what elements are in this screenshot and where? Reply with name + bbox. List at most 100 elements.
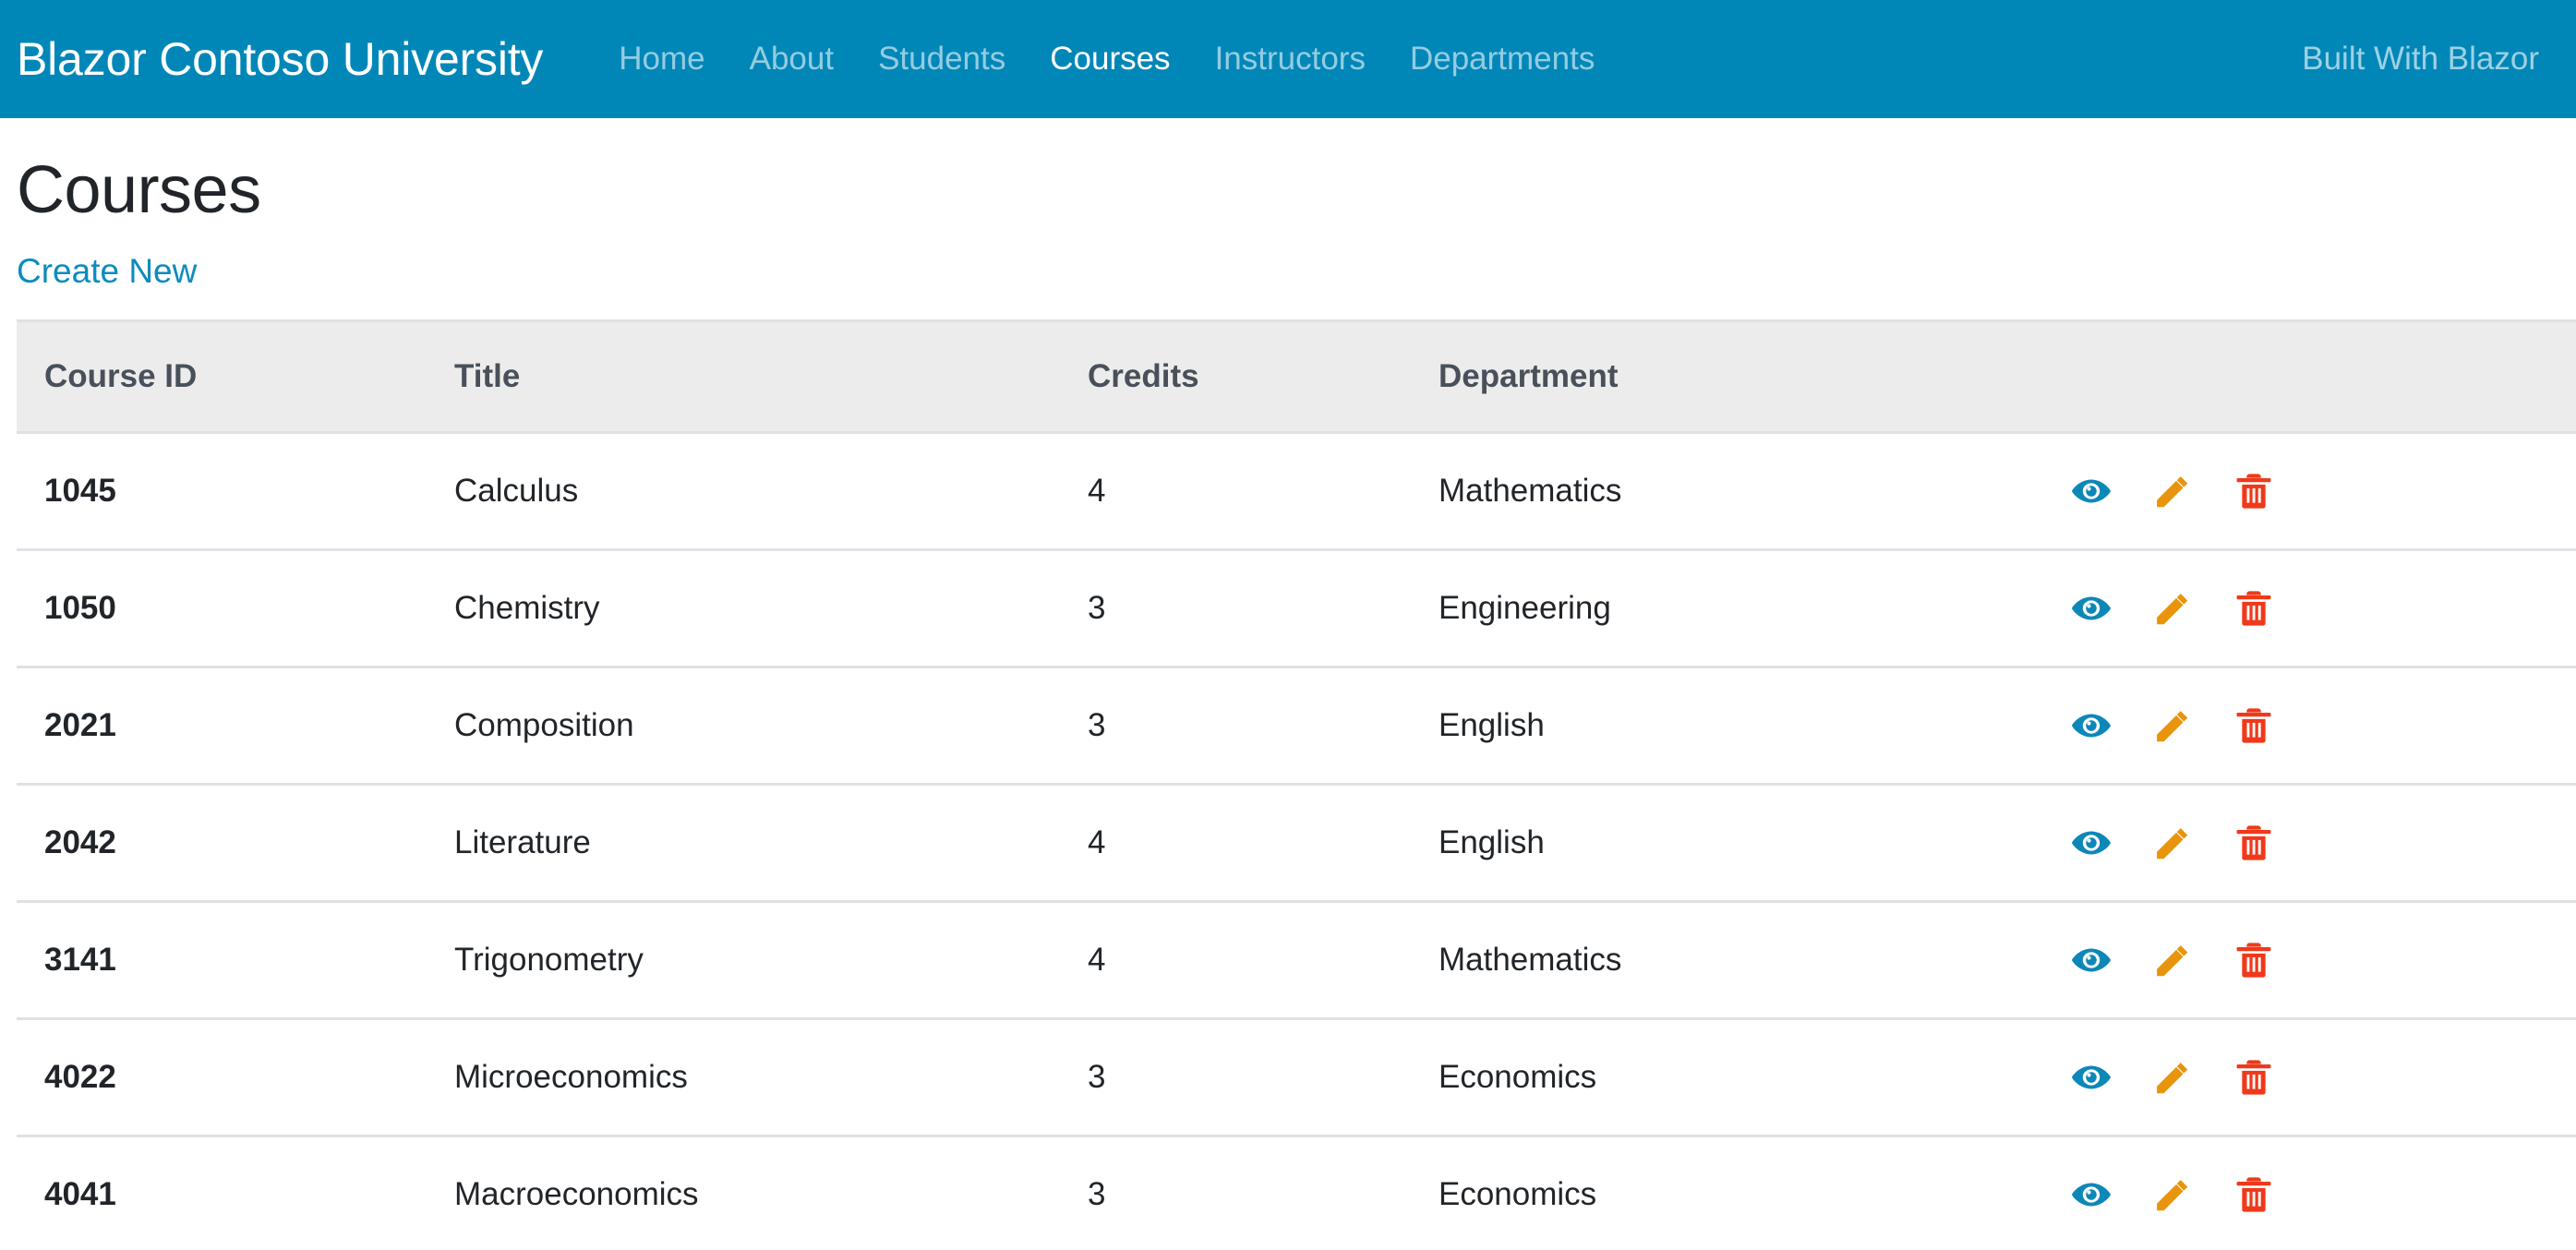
row-action-buttons: View Edit (1965, 1173, 2576, 1216)
cell-department: Economics (1437, 1136, 1965, 1250)
cell-actions: View Edit (1965, 432, 2576, 552)
table-row: 2042 Literature 4 English View (17, 784, 2576, 904)
create-new-link[interactable]: Create New (17, 252, 197, 290)
cell-credits: 4 (1086, 901, 1437, 1021)
edit-button[interactable]: Edit (2151, 704, 2233, 747)
delete-button[interactable]: Delete (2233, 1056, 2314, 1099)
nav-link-students[interactable]: Students (856, 40, 1028, 78)
cell-title: Macroeconomics (451, 1136, 1086, 1250)
delete-button[interactable]: Delete (2233, 470, 2314, 512)
view-button[interactable]: View (2070, 470, 2151, 512)
column-header-department: Department (1437, 319, 1965, 435)
cell-department: Economics (1437, 1018, 1965, 1138)
cell-department: English (1437, 784, 1965, 904)
table-body: 1045 Calculus 4 Mathematics View (17, 432, 2576, 1250)
delete-button[interactable]: Delete (2233, 822, 2314, 864)
top-navbar: Blazor Contoso University Home About Stu… (0, 0, 2576, 118)
cell-title: Literature (451, 784, 1086, 904)
nav-link-departments[interactable]: Departments (1388, 40, 1617, 78)
cell-department: Mathematics (1437, 432, 1965, 552)
column-header-course-id: Course ID (17, 319, 451, 435)
table-row: 3141 Trigonometry 4 Mathematics View (17, 901, 2576, 1021)
delete-button[interactable]: Delete (2233, 587, 2314, 630)
pencil-icon (2151, 470, 2194, 512)
cell-credits: 4 (1086, 432, 1437, 552)
cell-course-id: 3141 (17, 901, 451, 1021)
table-head: Course ID Title Credits Department (17, 319, 2576, 435)
row-action-buttons: View Edit (1965, 1056, 2576, 1099)
view-button[interactable]: View (2070, 587, 2151, 630)
primary-nav: Home About Students Courses Instructors … (596, 40, 1617, 78)
pencil-icon (2151, 587, 2194, 630)
pencil-icon (2151, 1056, 2194, 1099)
cell-actions: View Edit (1965, 784, 2576, 904)
cell-actions: View Edit (1965, 1136, 2576, 1250)
edit-button[interactable]: Edit (2151, 1056, 2233, 1099)
cell-credits: 3 (1086, 667, 1437, 787)
edit-button[interactable]: Edit (2151, 470, 2233, 512)
eye-icon (2070, 1056, 2113, 1099)
cell-credits: 3 (1086, 549, 1437, 669)
delete-button[interactable]: Delete (2233, 1173, 2314, 1216)
table-row: 4041 Macroeconomics 3 Economics View (17, 1136, 2576, 1250)
courses-table-wrapper: Course ID Title Credits Department 1045 … (17, 319, 2576, 1250)
cell-course-id: 4041 (17, 1136, 451, 1250)
cell-title: Trigonometry (451, 901, 1086, 1021)
nav-link-home[interactable]: Home (596, 40, 727, 78)
nav-link-instructors[interactable]: Instructors (1193, 40, 1388, 78)
page-title: Courses (17, 153, 261, 227)
pencil-icon (2151, 704, 2194, 747)
table-header-row: Course ID Title Credits Department (17, 319, 2576, 435)
courses-table: Course ID Title Credits Department 1045 … (17, 319, 2576, 1250)
view-button[interactable]: View (2070, 822, 2151, 864)
edit-button[interactable]: Edit (2151, 587, 2233, 630)
eye-icon (2070, 939, 2113, 981)
cell-credits: 3 (1086, 1018, 1437, 1138)
column-header-title: Title (451, 319, 1086, 435)
column-header-actions (1965, 319, 2576, 435)
cell-department: Mathematics (1437, 901, 1965, 1021)
trash-icon (2233, 470, 2275, 512)
edit-button[interactable]: Edit (2151, 1173, 2233, 1216)
nav-link-about[interactable]: About (728, 40, 856, 78)
view-button[interactable]: View (2070, 939, 2151, 981)
row-action-buttons: View Edit (1965, 587, 2576, 630)
delete-button[interactable]: Delete (2233, 704, 2314, 747)
cell-course-id: 2042 (17, 784, 451, 904)
edit-button[interactable]: Edit (2151, 939, 2233, 981)
eye-icon (2070, 587, 2113, 630)
row-action-buttons: View Edit (1965, 470, 2576, 512)
trash-icon (2233, 1056, 2275, 1099)
cell-title: Chemistry (451, 549, 1086, 669)
delete-button[interactable]: Delete (2233, 939, 2314, 981)
view-button[interactable]: View (2070, 704, 2151, 747)
create-new-wrapper: Create New (17, 251, 2576, 292)
eye-icon (2070, 704, 2113, 747)
pencil-icon (2151, 939, 2194, 981)
page-content: Courses Create New Course ID Title Credi… (0, 157, 2576, 1250)
cell-credits: 3 (1086, 1136, 1437, 1250)
eye-icon (2070, 1173, 2113, 1216)
trash-icon (2233, 822, 2275, 864)
navbar-brand[interactable]: Blazor Contoso University (17, 36, 543, 82)
cell-actions: View Edit (1965, 1018, 2576, 1138)
row-action-buttons: View Edit (1965, 704, 2576, 747)
trash-icon (2233, 704, 2275, 747)
column-header-credits: Credits (1086, 319, 1437, 435)
nav-link-courses[interactable]: Courses (1028, 40, 1192, 78)
cell-department: English (1437, 667, 1965, 787)
edit-button[interactable]: Edit (2151, 822, 2233, 864)
table-row: 1045 Calculus 4 Mathematics View (17, 432, 2576, 552)
trash-icon (2233, 587, 2275, 630)
pencil-icon (2151, 1173, 2194, 1216)
view-button[interactable]: View (2070, 1056, 2151, 1099)
cell-title: Calculus (451, 432, 1086, 552)
table-row: 2021 Composition 3 English View (17, 667, 2576, 787)
cell-course-id: 1045 (17, 432, 451, 552)
view-button[interactable]: View (2070, 1173, 2151, 1216)
cell-course-id: 4022 (17, 1018, 451, 1138)
cell-credits: 4 (1086, 784, 1437, 904)
built-with-blazor-text: Built With Blazor (2302, 41, 2539, 77)
eye-icon (2070, 470, 2113, 512)
cell-course-id: 1050 (17, 549, 451, 669)
